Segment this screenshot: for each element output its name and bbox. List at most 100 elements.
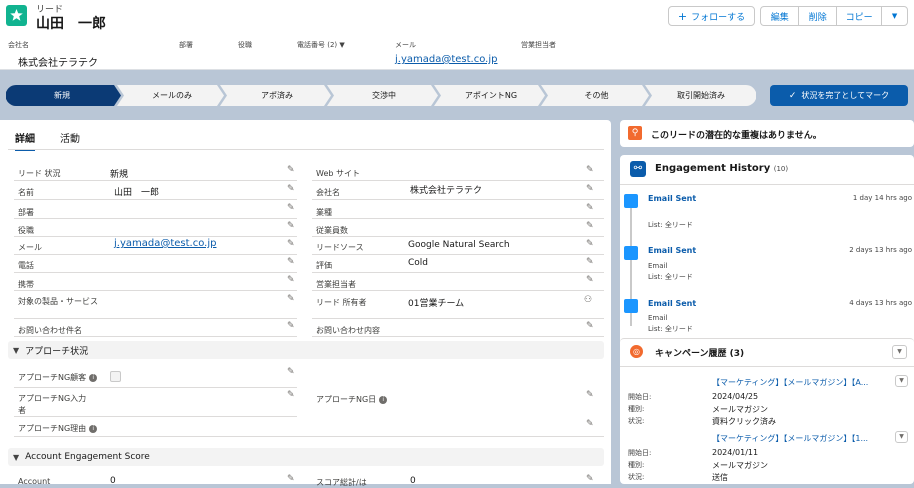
engagement-item-list: List: 全リード (648, 273, 693, 281)
path-stage-new[interactable]: 新規 (6, 85, 118, 106)
path-stage-appointment-ng[interactable]: アポイントNG (438, 85, 544, 106)
campaign-item-name[interactable]: 【マーケティング】【メールマガジン】【A... (712, 377, 868, 388)
edit-pencil-icon[interactable]: ✎ (586, 420, 595, 429)
campaign-start-label: 開始日: (628, 393, 652, 401)
edit-pencil-icon[interactable]: ✎ (586, 276, 595, 285)
campaign-item-menu[interactable]: ▼ (895, 431, 908, 443)
tab-activity[interactable]: 活動 (60, 130, 80, 145)
edit-pencil-icon[interactable]: ✎ (586, 185, 595, 194)
path-stage-negotiating[interactable]: 交渉中 (331, 85, 437, 106)
field-label-lead-source: リードソース (316, 243, 364, 252)
edit-pencil-icon[interactable]: ✎ (287, 222, 296, 231)
edit-pencil-icon[interactable]: ✎ (287, 185, 296, 194)
field-label-lead-status: リード 状況 (18, 169, 61, 178)
field-underline (312, 318, 604, 319)
field-underline (312, 199, 604, 200)
section-approach-status[interactable]: ▼ アプローチ状況 (8, 341, 604, 359)
checkmark-icon: ✓ (788, 90, 797, 101)
edit-pencil-icon[interactable]: ✎ (586, 322, 595, 331)
header-field-title: 役職 (238, 41, 252, 49)
edit-pencil-icon[interactable]: ✎ (287, 240, 296, 249)
field-underline (14, 336, 297, 337)
field-label-ng-reason: アプローチNG理由 i (18, 423, 98, 434)
campaign-icon: ◎ (630, 345, 643, 358)
edit-pencil-icon[interactable]: ✎ (287, 295, 296, 304)
field-underline (14, 387, 297, 388)
header-field-email: メール j.yamada@test.co.jp (395, 41, 498, 65)
edit-pencil-icon[interactable]: ✎ (287, 391, 296, 400)
status-path: 新規 メールのみ アポ済み 交渉中 アポイントNG その他 取引開始済み (6, 85, 756, 106)
field-value-company: 株式会社テラテク (410, 186, 483, 196)
path-stage-other[interactable]: その他 (545, 85, 648, 106)
campaign-item-menu[interactable]: ▼ (895, 375, 908, 387)
field-label-lead-owner: リード 所有者 (316, 298, 367, 307)
edit-pencil-icon[interactable]: ✎ (586, 204, 595, 213)
info-icon: i (379, 395, 388, 404)
edit-pencil-icon[interactable]: ✎ (287, 166, 296, 175)
duplicate-icon: ⚲ (628, 126, 642, 140)
field-underline (14, 180, 297, 181)
field-label-ng-entrant: アプローチNG入力者 (18, 394, 87, 415)
campaign-history-title[interactable]: キャンペーン履歴 (3) (655, 346, 744, 359)
field-label-company: 会社名 (316, 188, 340, 197)
engagement-item-title[interactable]: Email Sent (648, 299, 696, 308)
field-label-ng-date: アプローチNG日 i (316, 394, 388, 405)
delete-button[interactable]: 削除 (798, 7, 835, 25)
change-owner-icon[interactable]: ⚇ (584, 296, 593, 305)
header-field-phone[interactable]: 電話番号 (2) ▼ (297, 40, 345, 50)
edit-pencil-icon[interactable]: ✎ (586, 166, 595, 175)
field-label-industry: 業種 (316, 208, 332, 217)
header-email-link[interactable]: j.yamada@test.co.jp (395, 54, 497, 65)
field-label-name: 名前 (18, 188, 34, 197)
ng-customer-checkbox[interactable] (110, 371, 121, 382)
section-engagement-score[interactable]: ▼ Account Engagement Score (8, 448, 604, 466)
edit-pencil-icon[interactable]: ✎ (586, 258, 595, 267)
field-underline (14, 318, 297, 319)
campaign-history-menu[interactable]: ▼ (892, 345, 907, 359)
path-stage-converted[interactable]: 取引開始済み (649, 85, 753, 106)
edit-pencil-icon[interactable]: ✎ (287, 475, 296, 484)
edit-button[interactable]: 編集 (761, 7, 798, 25)
engagement-item-time: 1 day 14 hrs ago (852, 194, 912, 202)
edit-pencil-icon[interactable]: ✎ (287, 258, 296, 267)
duplicates-message: このリードの潜在的な重複はありません。 (651, 131, 822, 141)
edit-pencil-icon[interactable]: ✎ (287, 368, 296, 377)
tab-details[interactable]: 詳細 (15, 130, 35, 151)
engagement-item-title[interactable]: Email Sent (648, 246, 696, 255)
path-stage-appointed[interactable]: アポ済み (224, 85, 330, 106)
campaign-start-label: 開始日: (628, 449, 652, 457)
edit-pencil-icon[interactable]: ✎ (586, 222, 595, 231)
field-value-account-score: 0 (110, 476, 116, 486)
edit-pencil-icon[interactable]: ✎ (287, 322, 296, 331)
follow-button[interactable]: + フォローする (669, 7, 754, 25)
field-underline (14, 236, 297, 237)
edit-pencil-icon[interactable]: ✎ (287, 204, 296, 213)
field-label-website: Web サイト (316, 169, 360, 178)
plus-icon: + (677, 9, 688, 23)
field-label-phone: 電話 (18, 261, 34, 270)
follow-button-group: + フォローする (668, 6, 755, 26)
campaign-item-name[interactable]: 【マーケティング】【メールマガジン】【1... (712, 433, 868, 444)
campaign-status-value: 送信 (712, 473, 728, 482)
engagement-history-title[interactable]: Engagement History (10) (655, 163, 788, 174)
field-value-lead-owner[interactable]: 01営業チーム (408, 296, 464, 309)
edit-pencil-icon[interactable]: ✎ (586, 240, 595, 249)
engagement-item-title[interactable]: Email Sent (648, 194, 696, 203)
email-icon (624, 246, 638, 260)
copy-button[interactable]: コピー (835, 7, 881, 25)
edit-pencil-icon[interactable]: ✎ (586, 475, 595, 484)
field-label-mobile: 携帯 (18, 280, 34, 289)
card-divider (620, 184, 914, 185)
edit-pencil-icon[interactable]: ✎ (287, 276, 296, 285)
edit-pencil-icon[interactable]: ✎ (586, 391, 595, 400)
engagement-item-list: List: 全リード (648, 325, 693, 333)
field-label-sales-rep: 営業担当者 (316, 280, 356, 289)
more-actions-dropdown[interactable]: ▼ (881, 7, 907, 25)
path-stage-email-only[interactable]: メールのみ (120, 85, 224, 106)
mark-status-complete-button[interactable]: ✓ 状況を完了としてマーク (770, 85, 908, 106)
field-underline (312, 290, 604, 291)
field-label-score-total: スコア総計/は (316, 478, 367, 487)
field-value-email-link[interactable]: j.yamada@test.co.jp (114, 238, 216, 249)
field-underline (312, 236, 604, 237)
field-label-account-score: Account (18, 477, 51, 486)
